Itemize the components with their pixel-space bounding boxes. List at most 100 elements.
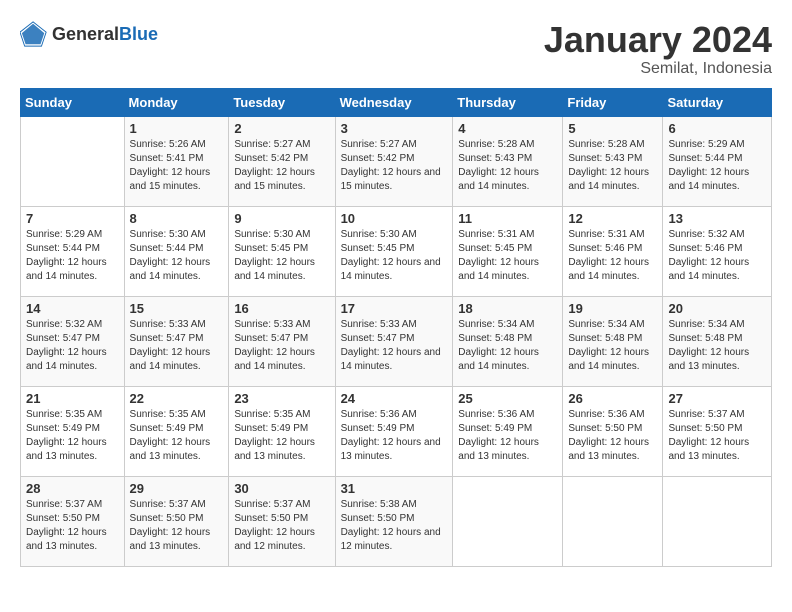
day-number: 31 <box>341 481 448 496</box>
calendar-cell: 14Sunrise: 5:32 AM Sunset: 5:47 PM Dayli… <box>21 296 125 386</box>
header: General Blue January 2024 Semilat, Indon… <box>20 20 772 78</box>
calendar-cell <box>563 476 663 566</box>
calendar-cell: 23 Sunrise: 5:35 AM Sunset: 5:49 PM Dayli… <box>229 386 335 476</box>
day-info: Sunrise: 5:33 AM Sunset: 5:47 PM Dayligh… <box>130 318 224 374</box>
week-row-2: 14Sunrise: 5:32 AM Sunset: 5:47 PM Dayli… <box>21 296 772 386</box>
calendar-cell: 28 Sunrise: 5:37 AM Sunset: 5:50 PM Dayli… <box>21 476 125 566</box>
day-number: 16 <box>234 301 329 316</box>
day-info: Sunrise: 5:29 AM Sunset: 5:44 PM Dayligh… <box>26 228 119 284</box>
day-info: Sunrise: 5:31 AM Sunset: 5:45 PM Dayligh… <box>458 228 557 284</box>
calendar-cell: 19 Sunrise: 5:34 AM Sunset: 5:48 PM Dayli… <box>563 296 663 386</box>
calendar-cell <box>663 476 772 566</box>
day-number: 27 <box>668 391 766 406</box>
calendar-cell: 3Sunrise: 5:27 AM Sunset: 5:42 PM Daylig… <box>335 116 453 206</box>
day-info: Sunrise: 5:29 AM Sunset: 5:44 PM Dayligh… <box>668 138 766 194</box>
calendar-cell: 18 Sunrise: 5:34 AM Sunset: 5:48 PM Dayli… <box>453 296 563 386</box>
calendar-subtitle: Semilat, Indonesia <box>544 60 772 78</box>
day-info: Sunrise: 5:34 AM Sunset: 5:48 PM Dayligh… <box>668 318 766 374</box>
calendar-cell: 5Sunrise: 5:28 AM Sunset: 5:43 PM Daylig… <box>563 116 663 206</box>
calendar-cell: 25 Sunrise: 5:36 AM Sunset: 5:49 PM Dayli… <box>453 386 563 476</box>
calendar-cell: 8 Sunrise: 5:30 AM Sunset: 5:44 PM Daylig… <box>124 206 229 296</box>
day-info: Sunrise: 5:34 AM Sunset: 5:48 PM Dayligh… <box>568 318 657 374</box>
day-info: Sunrise: 5:35 AM Sunset: 5:49 PM Dayligh… <box>234 408 329 464</box>
week-row-4: 28 Sunrise: 5:37 AM Sunset: 5:50 PM Dayli… <box>21 476 772 566</box>
calendar-cell: 6 Sunrise: 5:29 AM Sunset: 5:44 PM Daylig… <box>663 116 772 206</box>
day-number: 29 <box>130 481 224 496</box>
logo-icon <box>20 20 48 48</box>
calendar-cell: 13Sunrise: 5:32 AM Sunset: 5:46 PM Dayli… <box>663 206 772 296</box>
day-info: Sunrise: 5:37 AM Sunset: 5:50 PM Dayligh… <box>668 408 766 464</box>
day-number: 20 <box>668 301 766 316</box>
day-info: Sunrise: 5:34 AM Sunset: 5:48 PM Dayligh… <box>458 318 557 374</box>
calendar-cell: 4 Sunrise: 5:28 AM Sunset: 5:43 PM Daylig… <box>453 116 563 206</box>
header-thursday: Thursday <box>453 88 563 116</box>
day-number: 21 <box>26 391 119 406</box>
day-number: 26 <box>568 391 657 406</box>
header-wednesday: Wednesday <box>335 88 453 116</box>
calendar-cell: 22 Sunrise: 5:35 AM Sunset: 5:49 PM Dayli… <box>124 386 229 476</box>
calendar-cell: 24 Sunrise: 5:36 AM Sunset: 5:49 PM Dayli… <box>335 386 453 476</box>
calendar-cell: 16 Sunrise: 5:33 AM Sunset: 5:47 PM Dayli… <box>229 296 335 386</box>
day-info: Sunrise: 5:37 AM Sunset: 5:50 PM Dayligh… <box>26 498 119 554</box>
logo: General Blue <box>20 20 158 48</box>
day-info: Sunrise: 5:30 AM Sunset: 5:45 PM Dayligh… <box>234 228 329 284</box>
calendar-cell: 1Sunrise: 5:26 AM Sunset: 5:41 PM Daylig… <box>124 116 229 206</box>
day-info: Sunrise: 5:37 AM Sunset: 5:50 PM Dayligh… <box>130 498 224 554</box>
day-number: 7 <box>26 211 119 226</box>
day-info: Sunrise: 5:32 AM Sunset: 5:46 PM Dayligh… <box>668 228 766 284</box>
day-number: 6 <box>668 121 766 136</box>
day-number: 28 <box>26 481 119 496</box>
calendar-cell: 10 Sunrise: 5:30 AM Sunset: 5:45 PM Dayli… <box>335 206 453 296</box>
day-number: 2 <box>234 121 329 136</box>
calendar-cell <box>21 116 125 206</box>
header-saturday: Saturday <box>663 88 772 116</box>
day-number: 5 <box>568 121 657 136</box>
week-row-3: 21 Sunrise: 5:35 AM Sunset: 5:49 PM Dayli… <box>21 386 772 476</box>
day-info: Sunrise: 5:35 AM Sunset: 5:49 PM Dayligh… <box>130 408 224 464</box>
title-section: January 2024 Semilat, Indonesia <box>544 20 772 78</box>
day-info: Sunrise: 5:27 AM Sunset: 5:42 PM Dayligh… <box>341 138 448 194</box>
calendar-cell: 20 Sunrise: 5:34 AM Sunset: 5:48 PM Dayli… <box>663 296 772 386</box>
day-number: 1 <box>130 121 224 136</box>
calendar-cell: 7 Sunrise: 5:29 AM Sunset: 5:44 PM Daylig… <box>21 206 125 296</box>
header-monday: Monday <box>124 88 229 116</box>
logo-general: General <box>52 24 119 45</box>
day-number: 8 <box>130 211 224 226</box>
day-number: 18 <box>458 301 557 316</box>
day-info: Sunrise: 5:38 AM Sunset: 5:50 PM Dayligh… <box>341 498 448 554</box>
day-info: Sunrise: 5:28 AM Sunset: 5:43 PM Dayligh… <box>458 138 557 194</box>
day-number: 12 <box>568 211 657 226</box>
day-info: Sunrise: 5:30 AM Sunset: 5:44 PM Dayligh… <box>130 228 224 284</box>
day-number: 4 <box>458 121 557 136</box>
day-info: Sunrise: 5:33 AM Sunset: 5:47 PM Dayligh… <box>234 318 329 374</box>
day-info: Sunrise: 5:36 AM Sunset: 5:49 PM Dayligh… <box>458 408 557 464</box>
header-friday: Friday <box>563 88 663 116</box>
day-number: 25 <box>458 391 557 406</box>
day-number: 22 <box>130 391 224 406</box>
header-sunday: Sunday <box>21 88 125 116</box>
day-info: Sunrise: 5:36 AM Sunset: 5:49 PM Dayligh… <box>341 408 448 464</box>
day-number: 15 <box>130 301 224 316</box>
day-info: Sunrise: 5:30 AM Sunset: 5:45 PM Dayligh… <box>341 228 448 284</box>
week-row-1: 7 Sunrise: 5:29 AM Sunset: 5:44 PM Daylig… <box>21 206 772 296</box>
day-info: Sunrise: 5:32 AM Sunset: 5:47 PM Dayligh… <box>26 318 119 374</box>
calendar-cell: 12Sunrise: 5:31 AM Sunset: 5:46 PM Dayli… <box>563 206 663 296</box>
calendar-cell: 31 Sunrise: 5:38 AM Sunset: 5:50 PM Dayli… <box>335 476 453 566</box>
calendar-cell: 15 Sunrise: 5:33 AM Sunset: 5:47 PM Dayli… <box>124 296 229 386</box>
day-number: 19 <box>568 301 657 316</box>
calendar-title: January 2024 <box>544 20 772 60</box>
day-number: 11 <box>458 211 557 226</box>
week-row-0: 1Sunrise: 5:26 AM Sunset: 5:41 PM Daylig… <box>21 116 772 206</box>
header-row: Sunday Monday Tuesday Wednesday Thursday… <box>21 88 772 116</box>
calendar-cell: 9Sunrise: 5:30 AM Sunset: 5:45 PM Daylig… <box>229 206 335 296</box>
day-number: 10 <box>341 211 448 226</box>
calendar-table: Sunday Monday Tuesday Wednesday Thursday… <box>20 88 772 567</box>
logo-blue: Blue <box>119 24 158 45</box>
day-info: Sunrise: 5:36 AM Sunset: 5:50 PM Dayligh… <box>568 408 657 464</box>
calendar-cell: 26 Sunrise: 5:36 AM Sunset: 5:50 PM Dayli… <box>563 386 663 476</box>
day-number: 24 <box>341 391 448 406</box>
calendar-cell: 21Sunrise: 5:35 AM Sunset: 5:49 PM Dayli… <box>21 386 125 476</box>
day-number: 23 <box>234 391 329 406</box>
day-number: 17 <box>341 301 448 316</box>
calendar-cell: 2Sunrise: 5:27 AM Sunset: 5:42 PM Daylig… <box>229 116 335 206</box>
